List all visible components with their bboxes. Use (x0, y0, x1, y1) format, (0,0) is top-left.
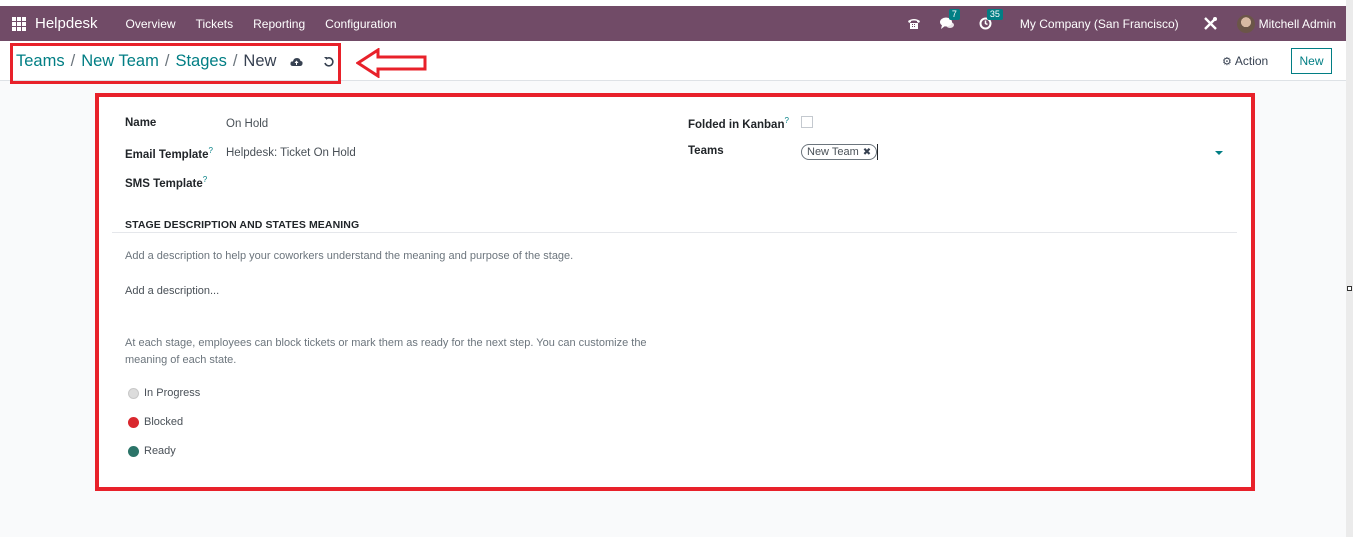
menu-reporting[interactable]: Reporting (253, 17, 305, 31)
apps-menu-icon[interactable] (12, 16, 26, 31)
user-menu[interactable]: Mitchell Admin (1259, 17, 1336, 31)
action-label: Action (1234, 54, 1269, 68)
company-switcher[interactable]: My Company (San Francisco) (1020, 17, 1179, 31)
messages-icon[interactable]: 7 (940, 8, 960, 32)
user-avatar[interactable] (1236, 14, 1255, 33)
phone-icon[interactable] (906, 16, 922, 32)
app-name[interactable]: Helpdesk (35, 15, 98, 32)
menu-tickets[interactable]: Tickets (196, 17, 234, 31)
new-button[interactable]: New (1291, 48, 1332, 74)
resize-handle (1347, 286, 1352, 291)
messages-badge: 7 (948, 8, 960, 20)
menu-configuration[interactable]: Configuration (325, 17, 396, 31)
menu-overview[interactable]: Overview (126, 17, 176, 31)
annotation-box-breadcrumb (10, 43, 341, 84)
annotation-arrow-icon (356, 48, 427, 78)
activities-badge: 35 (986, 8, 1003, 20)
debug-tools-icon[interactable] (1203, 16, 1219, 32)
main-navbar: Helpdesk Overview Tickets Reporting Conf… (0, 6, 1346, 41)
action-button[interactable]: ⚙ Action (1222, 54, 1268, 68)
page-scrollbar[interactable] (1346, 0, 1353, 537)
activities-clock-icon[interactable]: 35 (978, 8, 1003, 32)
gear-icon: ⚙ (1222, 55, 1232, 68)
annotation-box-form (95, 93, 1255, 491)
